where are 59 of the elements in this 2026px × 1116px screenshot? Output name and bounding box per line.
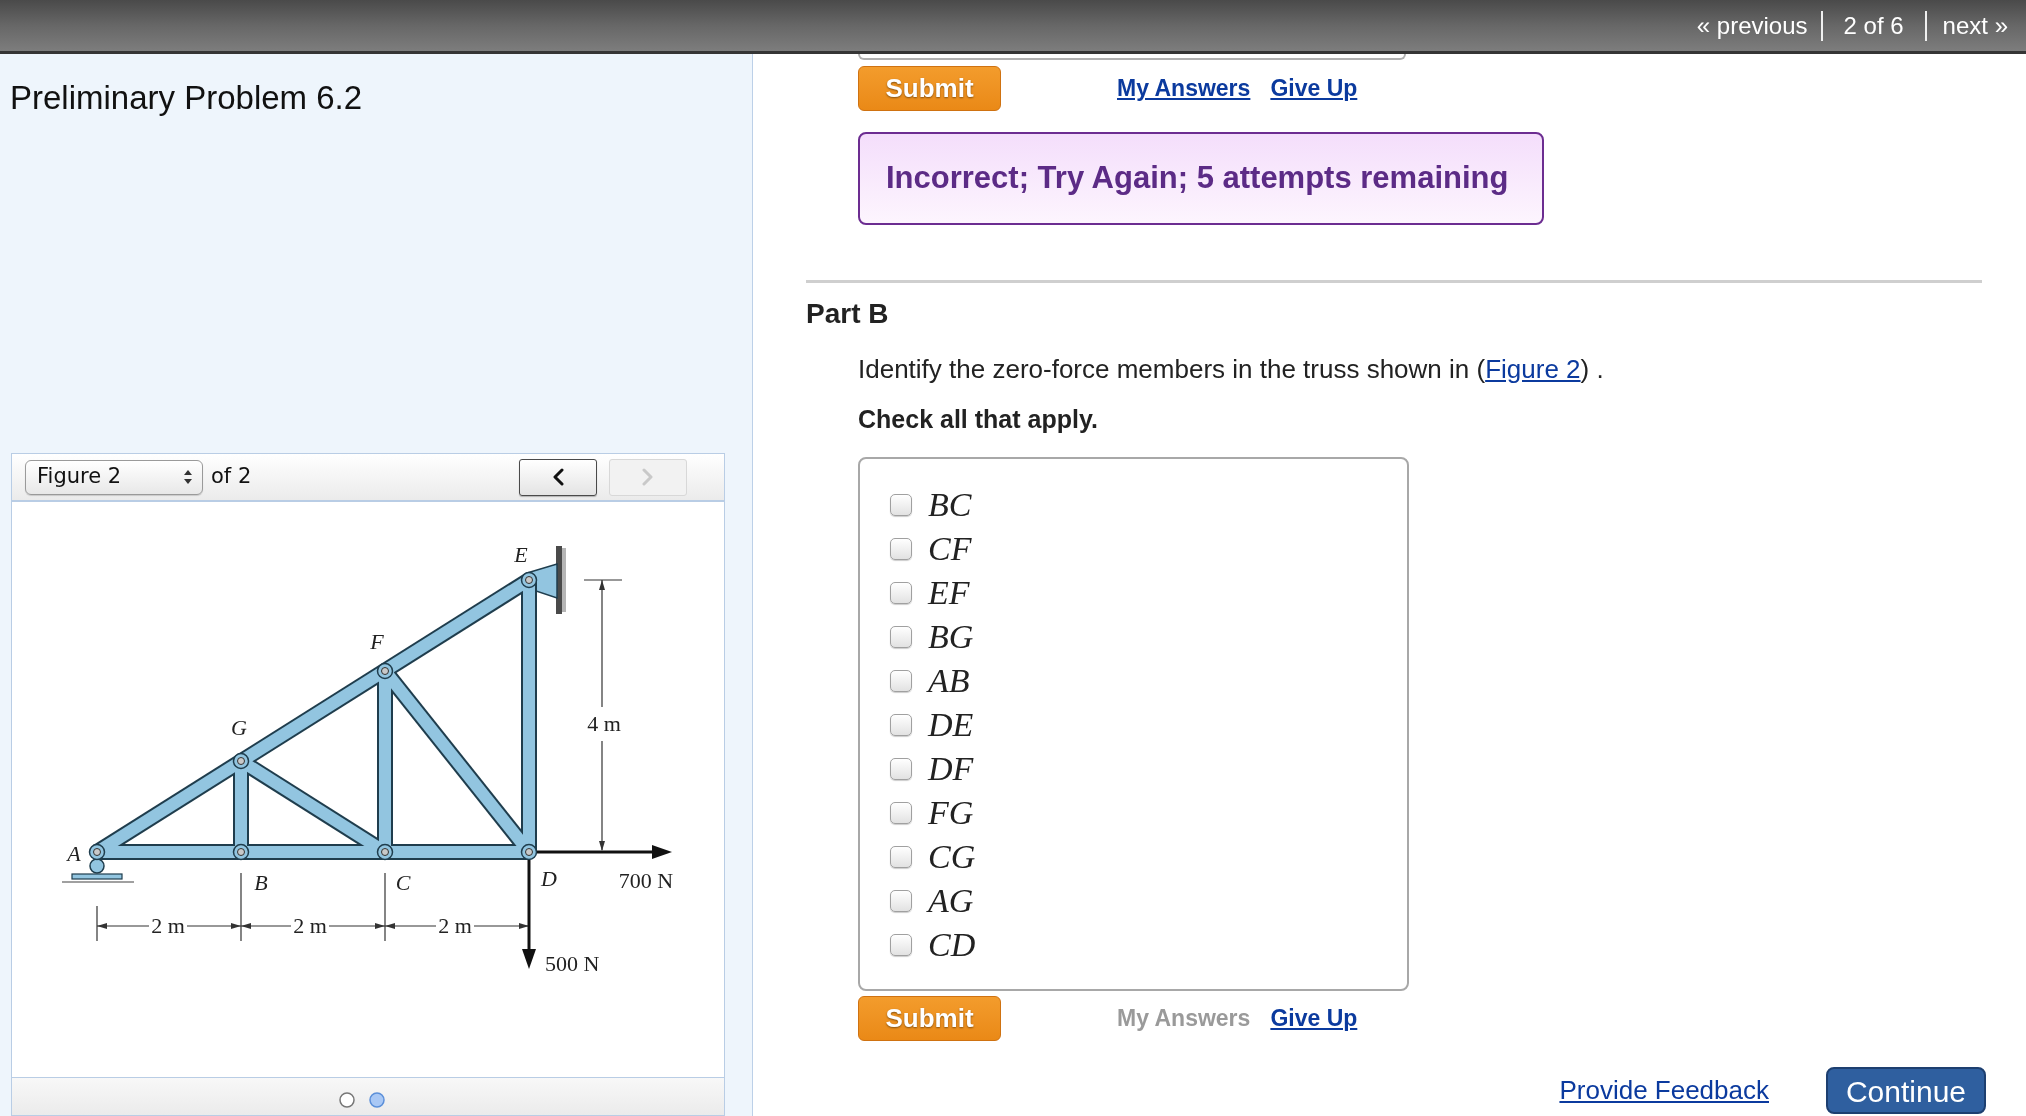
checkbox[interactable] [890,538,912,560]
option-label: AB [928,661,970,701]
page-dot-icon[interactable] [369,1092,385,1108]
instruction-text: Check all that apply. [858,404,1098,434]
page-dot-icon[interactable] [339,1092,355,1108]
previous-link[interactable]: « previous [1696,10,1808,41]
dimension-label: 2 m [151,913,185,938]
checkbox[interactable] [890,934,912,956]
joint-label: G [231,715,247,740]
option-label: AG [928,881,974,921]
joint-label: F [370,629,384,654]
my-answers-link: My Answers [1117,1004,1251,1034]
page-counter: 2 of 6 [1843,10,1904,41]
chevron-left-icon [552,468,564,486]
dimension-label: 4 m [587,711,621,736]
dimension-label: 2 m [438,913,472,938]
feedback-message: Incorrect; Try Again; 5 attempts remaining [858,132,1544,225]
checkbox[interactable] [890,714,912,736]
option-label: BG [928,617,974,657]
option-label: DE [928,705,974,745]
dimension-label: 2 m [293,913,327,938]
checkbox[interactable] [890,890,912,912]
option-label: FG [928,793,974,833]
option-label: EF [928,573,970,613]
updown-arrows-icon [183,469,193,485]
joint-label: A [67,841,81,866]
joint-label: D [541,866,557,891]
checkbox[interactable] [890,846,912,868]
part-heading: Part B [806,298,889,330]
option-label: CF [928,529,972,569]
checkbox[interactable] [890,582,912,604]
give-up-link[interactable]: Give Up [1270,1001,1358,1036]
figure-count: of 2 [211,463,252,491]
option-label: CG [928,837,976,877]
chevron-right-icon [642,468,654,486]
feedback-link[interactable]: Provide Feedback [1559,1071,1769,1110]
joint-label: E [514,542,528,567]
my-answers-link[interactable]: My Answers [1117,71,1251,106]
next-link[interactable]: next » [1942,10,2008,41]
option-label: BC [928,485,972,525]
option-label: CD [928,925,976,965]
checkbox[interactable] [890,494,912,516]
figure-select[interactable]: Figure 2 [25,459,203,495]
question-text: Identify the zero-force members in the truss shown in (Figure 2) . [858,354,1604,384]
checkbox[interactable] [890,758,912,780]
give-up-link[interactable]: Give Up [1270,71,1358,106]
figure-link[interactable]: Figure 2 [1485,354,1581,384]
joint-label: C [395,870,411,895]
checkbox[interactable] [890,802,912,824]
load-label: 700 N [618,868,674,893]
checkbox[interactable] [890,670,912,692]
load-label: 500 N [545,951,600,976]
continue-button[interactable]: Continue [1826,1067,1986,1114]
previous-figure-button[interactable] [519,458,597,496]
option-label: DF [928,749,974,789]
checkbox[interactable] [890,626,912,648]
answer-field[interactable] [858,54,1406,60]
joint-label: B [254,870,268,895]
problem-title: Preliminary Problem 6.2 [10,78,363,118]
